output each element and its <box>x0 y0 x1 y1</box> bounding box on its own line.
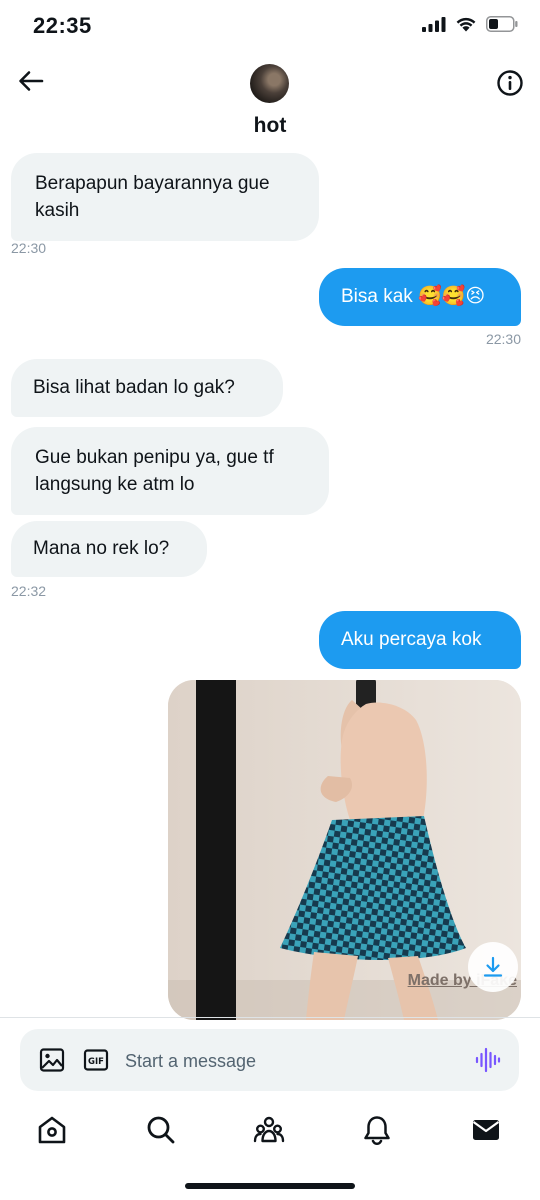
photo-message[interactable]: Made by iFake <box>168 680 521 1020</box>
info-icon <box>497 70 523 96</box>
arrow-left-icon <box>19 71 44 91</box>
search-icon[interactable] <box>145 1114 177 1146</box>
image-icon[interactable] <box>39 1047 65 1073</box>
status-icons <box>422 16 518 32</box>
message-composer: GIF <box>20 1029 519 1091</box>
message-bubble-incoming[interactable]: Mana no rek lo? <box>11 521 207 577</box>
signal-icon <box>422 17 446 32</box>
message-bubble-outgoing[interactable]: Aku percaya kok <box>319 611 521 669</box>
back-button[interactable] <box>16 66 46 96</box>
bell-icon[interactable] <box>361 1114 393 1146</box>
download-button[interactable] <box>468 942 518 992</box>
contact-name[interactable]: hot <box>0 114 540 138</box>
conversation-header: hot <box>0 52 540 144</box>
home-indicator <box>185 1183 355 1189</box>
download-icon <box>483 956 503 977</box>
composer-divider <box>0 1017 540 1018</box>
status-time: 22:35 <box>33 13 92 38</box>
gif-icon[interactable]: GIF <box>83 1047 109 1073</box>
message-timestamp: 22:32 <box>11 583 47 599</box>
svg-text:GIF: GIF <box>88 1057 104 1067</box>
message-bubble-outgoing[interactable]: Bisa kak 🥰🥰😣 <box>319 268 521 326</box>
status-bar: 22:35 <box>0 0 540 52</box>
avatar[interactable] <box>250 64 289 103</box>
wifi-icon <box>456 17 476 32</box>
message-input[interactable] <box>125 1049 445 1073</box>
info-button[interactable] <box>496 69 524 97</box>
people-icon[interactable] <box>253 1114 285 1146</box>
message-bubble-incoming[interactable]: Bisa lihat badan lo gak? <box>11 359 283 417</box>
battery-icon <box>486 16 518 32</box>
home-icon[interactable] <box>36 1114 68 1146</box>
bottom-tab-bar <box>0 1104 540 1160</box>
message-bubble-incoming[interactable]: Gue bukan penipu ya, gue tf langsung ke … <box>11 427 329 515</box>
message-bubble-incoming[interactable]: Berapapun bayarannya gue kasih <box>11 153 319 241</box>
message-timestamp: 22:30 <box>485 331 521 347</box>
message-timestamp: 22:30 <box>11 240 47 256</box>
envelope-icon[interactable] <box>470 1114 502 1146</box>
voice-wave-icon[interactable] <box>475 1047 501 1073</box>
